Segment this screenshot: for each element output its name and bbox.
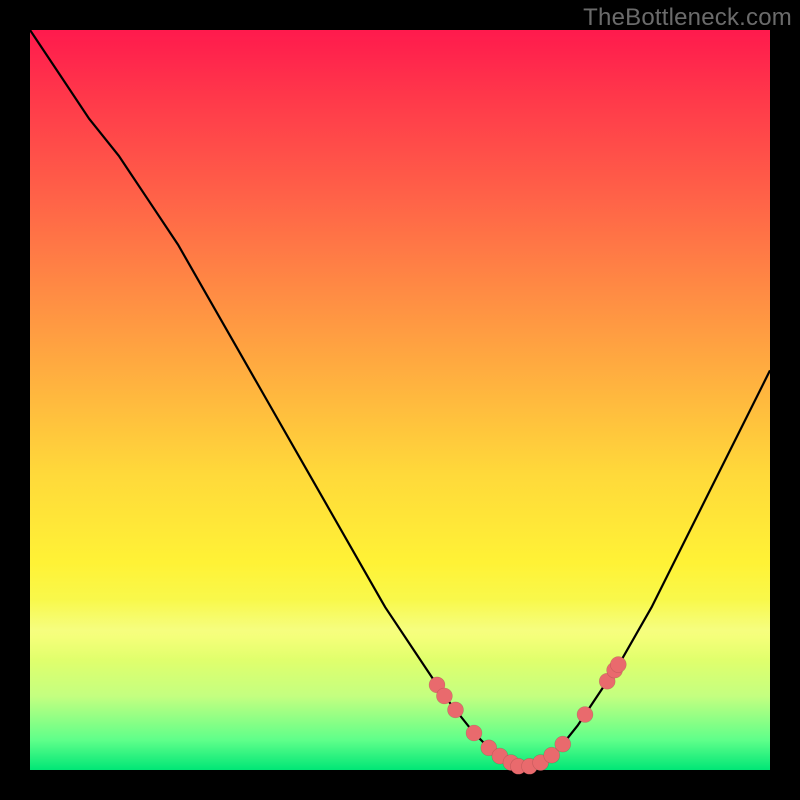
bottleneck-curve	[30, 30, 770, 766]
highlight-dot	[448, 702, 464, 718]
highlight-dot	[436, 688, 452, 704]
highlight-dots	[429, 657, 626, 775]
highlight-dot	[610, 657, 626, 673]
curve-svg	[30, 30, 770, 770]
watermark-text: TheBottleneck.com	[583, 4, 792, 32]
highlight-dot	[577, 707, 593, 723]
plot-area	[30, 30, 770, 770]
chart-frame: TheBottleneck.com	[0, 0, 800, 800]
highlight-dot	[466, 725, 482, 741]
highlight-dot	[555, 736, 571, 752]
